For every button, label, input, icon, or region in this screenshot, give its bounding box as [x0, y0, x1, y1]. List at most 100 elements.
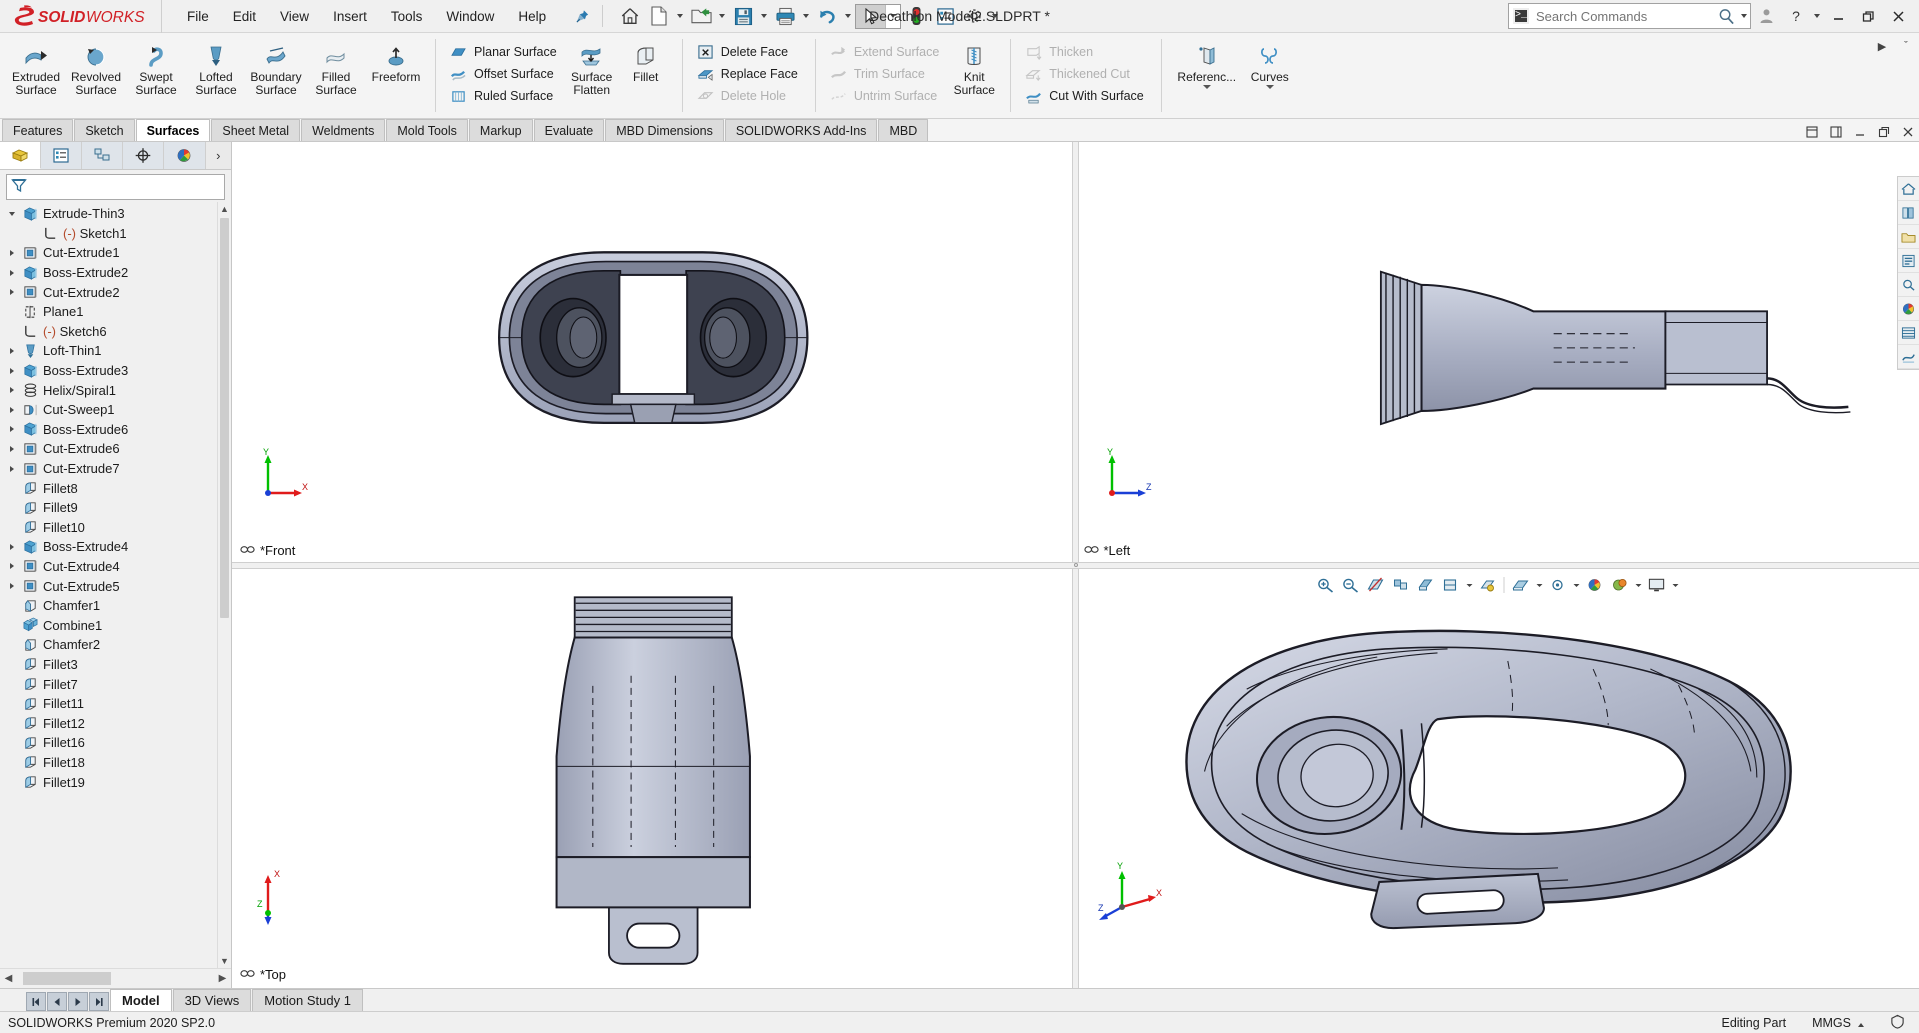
zoom-to-fit-icon[interactable] [1315, 575, 1337, 595]
tree-node[interactable]: Boss-Extrude4 [0, 537, 217, 557]
select-cursor-icon[interactable] [855, 3, 902, 29]
select-caret[interactable] [885, 4, 901, 28]
tree-node[interactable]: (-) Sketch6 [0, 322, 217, 342]
save-icon[interactable] [729, 3, 757, 29]
display-manager-tab[interactable] [164, 142, 206, 169]
appearances-icon[interactable] [1584, 575, 1606, 595]
restore-icon[interactable] [1853, 2, 1883, 30]
minimize-icon[interactable] [1823, 2, 1853, 30]
prev-config-button[interactable] [47, 992, 67, 1011]
view-settings-caret[interactable] [1572, 575, 1581, 595]
open-folder-icon[interactable] [687, 3, 715, 29]
tree-twisty-icon[interactable] [4, 426, 20, 432]
tree-node[interactable]: Cut-Extrude7 [0, 459, 217, 479]
view-palette-home-icon[interactable] [1898, 177, 1919, 201]
tree-twisty-icon[interactable] [4, 289, 20, 295]
ruled-surface-button[interactable]: Ruled Surface [445, 85, 565, 107]
tree-horizontal-scrollbar[interactable]: ◀ ▶ [0, 968, 231, 988]
cut-with-surface-button[interactable]: Cut With Surface [1020, 85, 1151, 107]
tree-node[interactable]: Plane1 [0, 302, 217, 322]
hide-show-caret[interactable] [1465, 575, 1474, 595]
tree-node[interactable]: Boss-Extrude2 [0, 263, 217, 283]
tab-evaluate[interactable]: Evaluate [533, 119, 605, 141]
bottom-tab-model[interactable]: Model [110, 989, 172, 1011]
bottom-tab-motion-study[interactable]: Motion Study 1 [252, 989, 363, 1011]
tree-node[interactable]: Fillet8 [0, 478, 217, 498]
tree-node[interactable]: Cut-Extrude6 [0, 439, 217, 459]
scroll-left-icon[interactable]: ◀ [0, 973, 17, 984]
tree-twisty-icon[interactable] [4, 212, 20, 216]
knit-surface-button[interactable]: Knit Surface [947, 37, 1001, 97]
tree-node[interactable]: Fillet3 [0, 655, 217, 675]
scroll-up-icon[interactable]: ▲ [218, 202, 231, 216]
maximize-panel-icon[interactable] [1828, 124, 1843, 139]
scroll-right-icon[interactable]: ▶ [214, 973, 231, 984]
tree-node[interactable]: Fillet11 [0, 694, 217, 714]
curves-button[interactable]: Curves [1243, 37, 1297, 89]
units-caret-icon[interactable] [1858, 1016, 1864, 1030]
tree-node[interactable]: Cut-Extrude2 [0, 282, 217, 302]
ribbon-pin-icon[interactable]: ˇ [1897, 37, 1915, 55]
search-icon[interactable] [1714, 3, 1738, 29]
feature-tree[interactable]: Extrude-Thin3 (-) Sketch1 Cut-Extrude1 Boss… [0, 202, 217, 968]
undo-icon[interactable] [813, 3, 841, 29]
tree-node[interactable]: Fillet18 [0, 753, 217, 773]
scenes-icon[interactable] [1609, 575, 1631, 595]
tab-markup[interactable]: Markup [468, 119, 533, 141]
tree-node[interactable]: Chamfer1 [0, 596, 217, 616]
reference-geometry-button[interactable]: Referenc... [1171, 37, 1243, 89]
feature-manager-tab[interactable] [0, 142, 42, 169]
filled-surface-button[interactable]: Filled Surface [306, 37, 366, 97]
menu-tools[interactable]: Tools [380, 5, 434, 28]
tab-sheet-metal[interactable]: Sheet Metal [211, 119, 301, 141]
close-window-icon[interactable] [1900, 124, 1915, 139]
restore-window-icon[interactable] [1876, 124, 1891, 139]
last-config-button[interactable] [89, 992, 109, 1011]
tree-node[interactable]: Loft-Thin1 [0, 341, 217, 361]
viewport-layout-icon[interactable] [1646, 575, 1668, 595]
scroll-down-icon[interactable]: ▼ [218, 954, 231, 968]
tree-twisty-icon[interactable] [4, 270, 20, 276]
menu-help[interactable]: Help [507, 5, 557, 28]
fillet-button[interactable]: Fillet [619, 37, 673, 84]
graphics-area[interactable]: Y X *Front Y Z *Left X Z *Top Y X Z [232, 142, 1919, 988]
bottom-tab-3d-views[interactable]: 3D Views [172, 989, 252, 1011]
dimxpert-manager-tab[interactable] [123, 142, 165, 169]
view-palette-icon[interactable] [1898, 297, 1919, 321]
reference-caret[interactable] [1171, 85, 1243, 89]
tab-sketch[interactable]: Sketch [74, 119, 135, 141]
tree-node[interactable]: Fillet7 [0, 674, 217, 694]
open-caret[interactable] [716, 3, 728, 29]
tree-twisty-icon[interactable] [4, 466, 20, 472]
display-style-icon[interactable] [1415, 575, 1437, 595]
scene-caret[interactable] [1535, 575, 1544, 595]
lofted-surface-button[interactable]: Lofted Surface [186, 37, 246, 97]
tree-twisty-icon[interactable] [4, 368, 20, 374]
property-manager-tab[interactable] [41, 142, 83, 169]
tree-twisty-icon[interactable] [4, 387, 20, 393]
menu-file[interactable]: File [176, 5, 220, 28]
scenes-caret[interactable] [1634, 575, 1643, 595]
tree-twisty-icon[interactable] [4, 407, 20, 413]
help-button[interactable]: ? [1781, 2, 1811, 30]
ribbon-expand-icon[interactable]: ▶ [1873, 37, 1891, 55]
options-caret[interactable] [989, 3, 1001, 29]
feature-filter-bar[interactable] [6, 174, 225, 200]
close-icon[interactable] [1883, 2, 1913, 30]
file-properties-icon[interactable] [931, 3, 959, 29]
tree-twisty-icon[interactable] [4, 446, 20, 452]
offset-surface-button[interactable]: Offset Surface [445, 63, 565, 85]
rebuild-traffic-light-icon[interactable] [902, 3, 930, 29]
home-icon[interactable] [616, 3, 644, 29]
hscroll-track[interactable] [17, 972, 214, 985]
tab-mbd-dimensions[interactable]: MBD Dimensions [605, 119, 724, 141]
appearances-library-icon[interactable] [1898, 201, 1919, 225]
search-library-icon[interactable] [1898, 273, 1919, 297]
tab-surfaces[interactable]: Surfaces [135, 119, 211, 141]
view-orientation-icon[interactable] [1390, 575, 1412, 595]
hscroll-thumb[interactable] [23, 972, 111, 985]
tab-weldments[interactable]: Weldments [301, 119, 386, 141]
planar-surface-button[interactable]: Planar Surface [445, 41, 565, 63]
tree-twisty-icon[interactable] [4, 544, 20, 550]
options-gear-icon[interactable] [960, 3, 988, 29]
